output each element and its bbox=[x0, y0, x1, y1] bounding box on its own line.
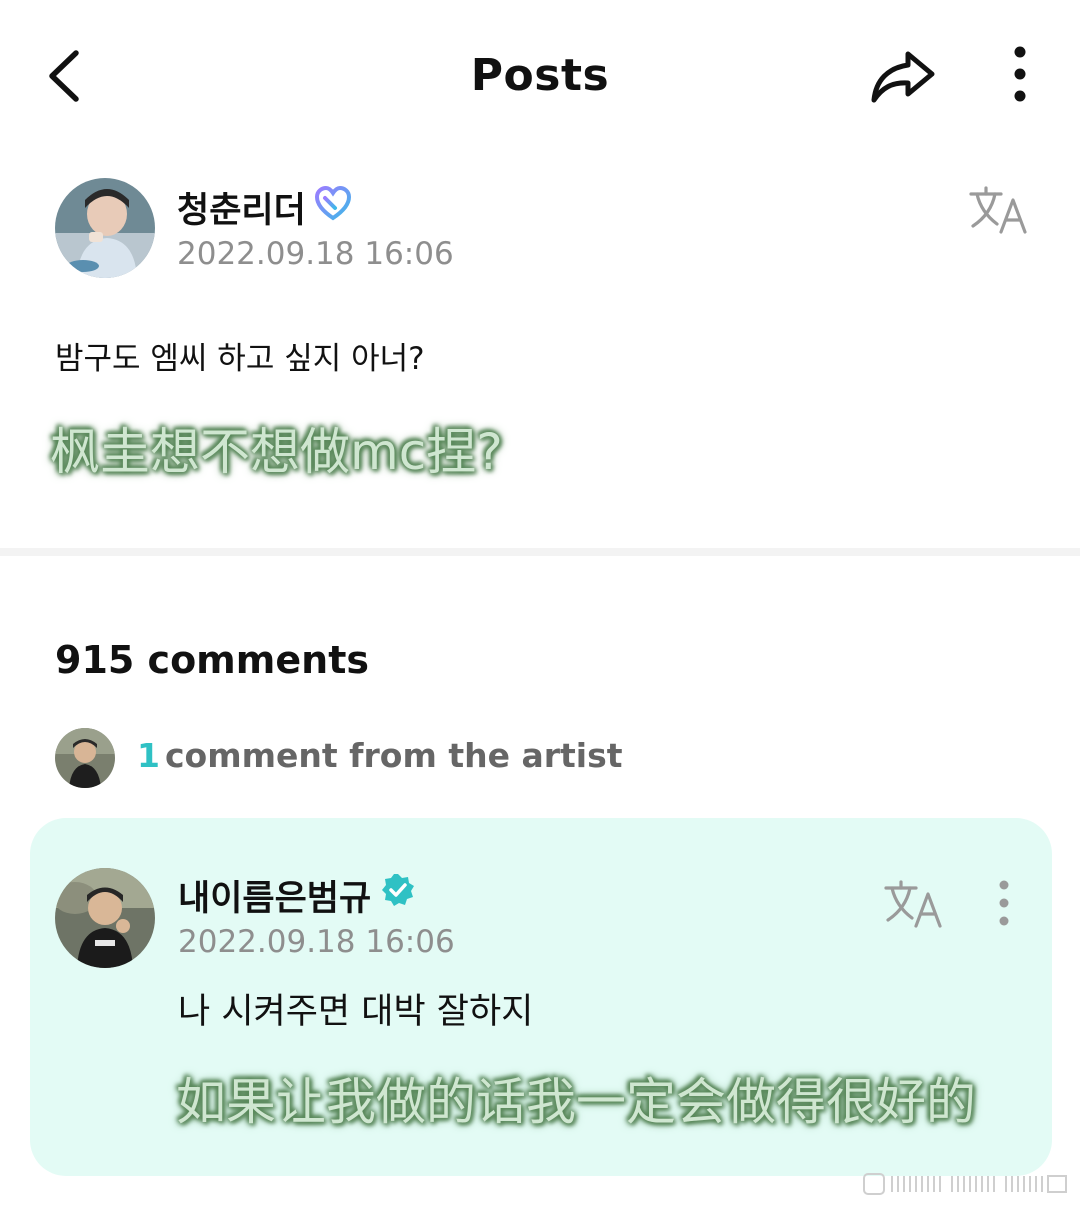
artist-comments-link[interactable]: 1 comment from the artist bbox=[55, 728, 755, 788]
more-options-button[interactable] bbox=[1000, 44, 1040, 104]
heart-badge-icon bbox=[314, 185, 352, 221]
comment-body-text: 나 시켜주면 대박 잘하지 bbox=[178, 992, 534, 1032]
translate-button[interactable] bbox=[967, 184, 1031, 238]
post-author-row: 청춘리더 2022.09.18 16:06 bbox=[55, 178, 1055, 288]
section-divider bbox=[0, 548, 1080, 556]
watermark-logo bbox=[863, 1173, 1067, 1195]
author-avatar[interactable] bbox=[55, 178, 155, 278]
artist-comment-card: 내이름은범규 2022.09.18 16:06 나 시켜주면 대박 잘하지 如果… bbox=[30, 818, 1052, 1176]
artist-avatar bbox=[55, 728, 115, 788]
more-vertical-icon bbox=[999, 880, 1009, 926]
share-button[interactable] bbox=[866, 44, 942, 108]
post-body-text: 밤구도 엠씨 하고 싶지 아너? bbox=[55, 341, 425, 377]
author-name[interactable]: 청춘리더 bbox=[177, 182, 306, 233]
comment-translate-button[interactable] bbox=[882, 878, 946, 932]
comments-count: 915 comments bbox=[55, 638, 369, 682]
artist-comment-label: comment from the artist bbox=[165, 736, 623, 775]
comment-author-avatar[interactable] bbox=[55, 868, 155, 968]
comment-translation-caption: 如果让我做的话我一定会做得很好的 bbox=[176, 1073, 976, 1131]
top-bar: Posts bbox=[0, 0, 1080, 150]
translate-icon bbox=[969, 186, 1027, 234]
comment-more-button[interactable] bbox=[990, 878, 1018, 928]
comment-author-name[interactable]: 내이름은범규 bbox=[178, 870, 371, 921]
post-translation-caption: 枫圭想不想做mc捏? bbox=[50, 423, 503, 481]
translate-icon bbox=[884, 880, 942, 928]
artist-comment-count: 1 bbox=[137, 736, 160, 775]
verified-check-icon bbox=[382, 874, 414, 906]
post-timestamp: 2022.09.18 16:06 bbox=[177, 236, 454, 272]
share-arrow-icon bbox=[871, 51, 935, 103]
more-vertical-icon bbox=[1014, 46, 1026, 102]
comment-timestamp: 2022.09.18 16:06 bbox=[178, 924, 455, 960]
